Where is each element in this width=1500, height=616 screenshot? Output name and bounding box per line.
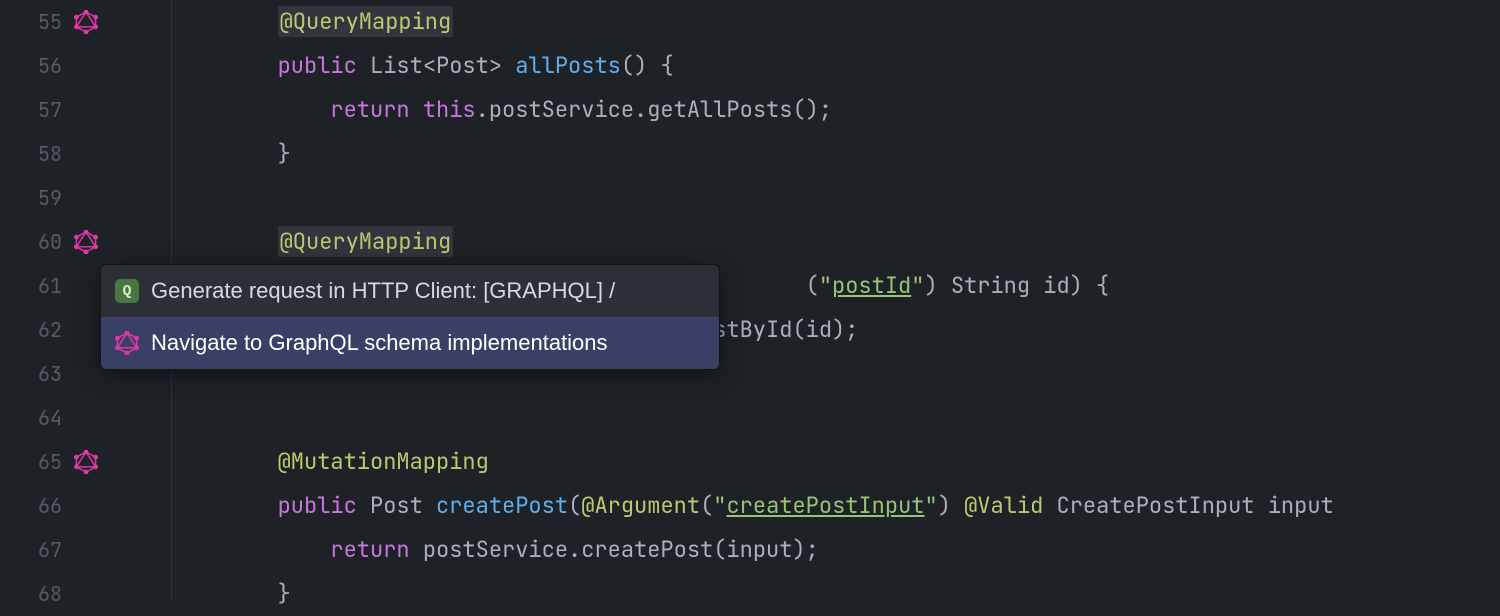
code-line[interactable]: @MutationMapping xyxy=(172,440,1500,484)
code-line[interactable]: public Post createPost(@Argument("create… xyxy=(172,484,1500,528)
http-client-q-icon: Q xyxy=(115,279,139,303)
gutter-icon-slot[interactable] xyxy=(70,440,110,484)
intention-item[interactable]: Navigate to GraphQL schema implementatio… xyxy=(101,317,719,369)
code-line[interactable] xyxy=(172,176,1500,220)
gutter-icon-slot xyxy=(70,572,110,616)
line-number: 59 xyxy=(0,176,62,220)
gutter-icon-slot xyxy=(70,132,110,176)
line-number: 68 xyxy=(0,572,62,616)
gutter-icon-slot[interactable] xyxy=(70,220,110,264)
line-number: 57 xyxy=(0,88,62,132)
code-line[interactable] xyxy=(172,396,1500,440)
line-number-gutter: 5556575859606162636465666768 xyxy=(0,0,70,600)
code-line[interactable]: public List<Post> allPosts() { xyxy=(172,44,1500,88)
line-number: 58 xyxy=(0,132,62,176)
code-line[interactable]: } xyxy=(172,572,1500,616)
intention-item[interactable]: Q Generate request in HTTP Client: [GRAPH… xyxy=(101,265,719,317)
intention-popup[interactable]: Q Generate request in HTTP Client: [GRAPH… xyxy=(100,264,720,370)
line-number: 65 xyxy=(0,440,62,484)
graphql-icon[interactable] xyxy=(74,450,98,474)
line-number: 56 xyxy=(0,44,62,88)
line-number: 62 xyxy=(0,308,62,352)
line-number: 66 xyxy=(0,484,62,528)
gutter-icon-slot xyxy=(70,528,110,572)
line-number: 55 xyxy=(0,0,62,44)
gutter-icon-slot xyxy=(70,396,110,440)
code-line[interactable]: } xyxy=(172,132,1500,176)
code-line[interactable]: @QueryMapping xyxy=(172,220,1500,264)
code-line[interactable]: return this.postService.getAllPosts(); xyxy=(172,88,1500,132)
gutter-icon-slot xyxy=(70,44,110,88)
line-number: 63 xyxy=(0,352,62,396)
line-number: 61 xyxy=(0,264,62,308)
gutter-icon-slot xyxy=(70,484,110,528)
intention-label: Navigate to GraphQL schema implementatio… xyxy=(151,332,608,354)
gutter-icon-slot[interactable] xyxy=(70,0,110,44)
graphql-icon[interactable] xyxy=(74,230,98,254)
gutter-icon-slot xyxy=(70,176,110,220)
graphql-icon xyxy=(115,331,139,355)
line-number: 64 xyxy=(0,396,62,440)
line-number: 67 xyxy=(0,528,62,572)
graphql-icon[interactable] xyxy=(74,10,98,34)
line-number: 60 xyxy=(0,220,62,264)
code-line[interactable]: return postService.createPost(input); xyxy=(172,528,1500,572)
code-line[interactable]: @QueryMapping xyxy=(172,0,1500,44)
gutter-icon-slot xyxy=(70,88,110,132)
intention-label: Generate request in HTTP Client: [GRAPHQ… xyxy=(151,280,615,302)
